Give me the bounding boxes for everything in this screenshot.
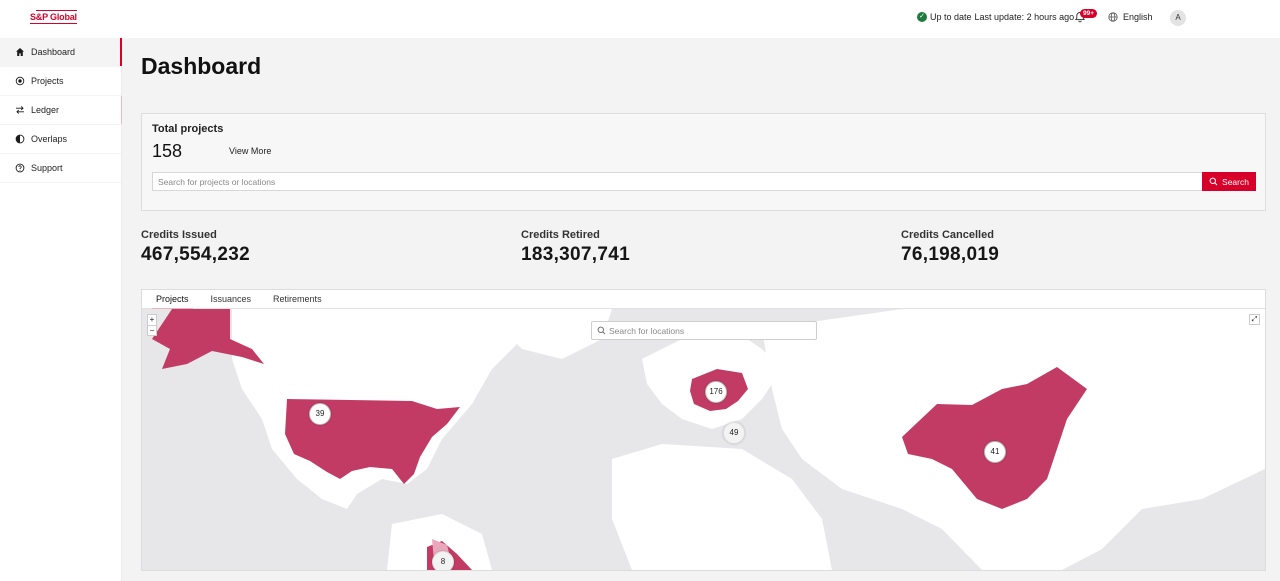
- sidebar-item-dashboard[interactable]: Dashboard: [0, 38, 122, 67]
- credits-issued-metric: Credits Issued 467,554,232: [141, 229, 250, 266]
- user-avatar[interactable]: A: [1170, 10, 1186, 26]
- top-bar: S&P Global ✓ Up to date Last update: 2 h…: [0, 0, 1280, 38]
- world-map[interactable]: + − ⤢ Search for locations 39 176 49 41 …: [142, 309, 1265, 570]
- language-label: English: [1123, 12, 1153, 22]
- sidebar-item-label: Ledger: [31, 105, 60, 115]
- metric-label: Credits Retired: [521, 229, 600, 241]
- total-projects-count: 158: [152, 141, 183, 161]
- credits-cancelled-metric: Credits Cancelled 76,198,019: [901, 229, 999, 266]
- swap-icon: [16, 106, 24, 114]
- land-africa: [612, 444, 832, 570]
- sidebar-item-label: Projects: [31, 76, 64, 86]
- location-search-placeholder: Search for locations: [609, 325, 685, 336]
- sidebar-item-support[interactable]: Support: [0, 154, 121, 183]
- sidebar: Dashboard Projects Ledger Overlaps Suppo…: [0, 38, 122, 581]
- globe-icon: [1108, 12, 1118, 22]
- zoom-controls: + −: [147, 314, 157, 336]
- project-search-input[interactable]: [152, 172, 1203, 191]
- map-cluster-marker[interactable]: 8: [432, 551, 454, 570]
- location-search-input[interactable]: Search for locations: [591, 321, 817, 340]
- sidebar-item-label: Overlaps: [31, 134, 68, 144]
- tab-projects[interactable]: Projects: [148, 290, 197, 310]
- help-icon: [15, 163, 25, 173]
- total-projects-card: Total projects 158 View More Search: [141, 113, 1266, 211]
- world-map-canvas: [152, 309, 1265, 570]
- map-cluster-marker[interactable]: 176: [705, 381, 727, 403]
- target-icon: [15, 76, 25, 86]
- map-cluster-marker[interactable]: 41: [984, 441, 1006, 463]
- brand-logo[interactable]: S&P Global: [30, 10, 77, 24]
- check-circle-icon: ✓: [917, 12, 927, 22]
- tab-retirements[interactable]: Retirements: [265, 290, 330, 309]
- search-button-label: Search: [1222, 176, 1249, 187]
- notification-badge[interactable]: 99+: [1080, 9, 1098, 18]
- view-more-link[interactable]: View More: [229, 146, 271, 156]
- map-cluster-marker[interactable]: 49: [723, 422, 745, 444]
- metric-label: Credits Cancelled: [901, 229, 994, 241]
- credits-retired-metric: Credits Retired 183,307,741: [521, 229, 630, 266]
- fullscreen-icon[interactable]: ⤢: [1249, 314, 1260, 325]
- map-panel: Projects Issuances Retirements + − ⤢ Sea…: [141, 289, 1266, 571]
- sidebar-item-overlaps[interactable]: Overlaps: [0, 125, 121, 154]
- sidebar-item-ledger[interactable]: Ledger: [0, 96, 122, 125]
- sidebar-item-projects[interactable]: Projects: [0, 67, 121, 96]
- search-icon: [1209, 177, 1218, 186]
- metric-label: Credits Issued: [141, 229, 217, 241]
- total-projects-label: Total projects: [152, 123, 224, 135]
- search-button[interactable]: Search: [1202, 172, 1256, 191]
- map-tabs: Projects Issuances Retirements: [142, 290, 1265, 310]
- zoom-in-button[interactable]: +: [148, 315, 156, 325]
- metric-value: 76,198,019: [901, 244, 1000, 265]
- search-icon: [597, 326, 606, 335]
- map-cluster-marker[interactable]: 39: [309, 403, 331, 425]
- home-icon: [16, 48, 24, 56]
- metric-value: 467,554,232: [141, 244, 250, 265]
- sidebar-item-label: Dashboard: [31, 47, 76, 57]
- contrast-icon: [15, 134, 25, 144]
- sync-status: ✓ Up to date Last update: 2 hours ago: [917, 12, 1074, 22]
- sidebar-item-label: Support: [31, 163, 63, 173]
- tab-issuances[interactable]: Issuances: [203, 290, 260, 309]
- status-text: Up to date: [930, 12, 972, 22]
- language-selector[interactable]: English: [1108, 12, 1153, 22]
- zoom-out-button[interactable]: −: [148, 325, 156, 335]
- page-title: Dashboard: [141, 53, 262, 79]
- metric-value: 183,307,741: [521, 244, 630, 265]
- last-update-text: Last update: 2 hours ago: [974, 12, 1075, 22]
